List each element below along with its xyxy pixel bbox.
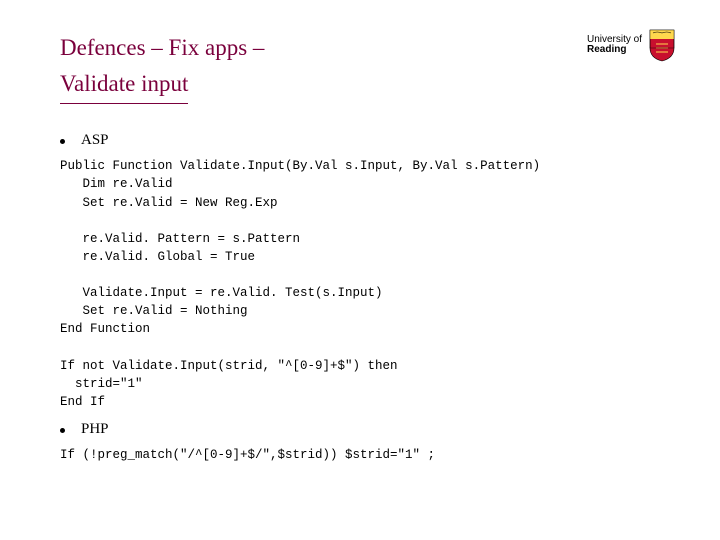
logo-line-2: Reading (587, 45, 642, 56)
slide: University of Reading Defences – Fix app… (0, 0, 720, 540)
bullet-icon (60, 428, 65, 433)
logo-text: University of Reading (587, 35, 642, 56)
title-line-2: Validate input (60, 66, 188, 105)
bullet-asp: ASP (60, 132, 660, 149)
bullet-asp-label: ASP (81, 132, 109, 149)
slide-title: Defences – Fix apps – Validate input (60, 30, 660, 104)
university-logo: University of Reading (587, 28, 676, 62)
bullet-icon (60, 139, 65, 144)
slide-content: ASP Public Function Validate.Input(By.Va… (60, 132, 660, 464)
shield-icon (648, 28, 676, 62)
code-block-asp: Public Function Validate.Input(By.Val s.… (60, 157, 660, 411)
bullet-php: PHP (60, 421, 660, 438)
code-block-php: If (!preg_match("/^[0-9]+$/",$strid)) $s… (60, 446, 660, 464)
bullet-php-label: PHP (81, 421, 109, 438)
title-line-1: Defences – Fix apps – (60, 30, 660, 66)
